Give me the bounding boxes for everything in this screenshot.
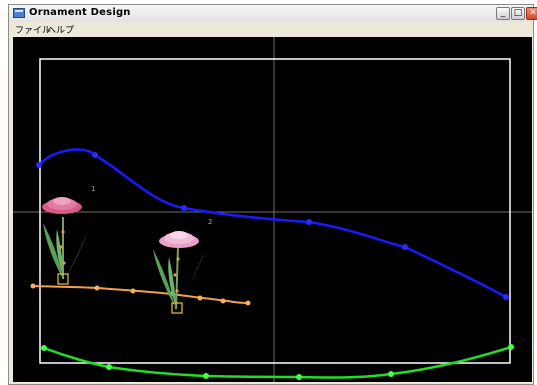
- ornament-label: 1: [91, 185, 95, 193]
- orange-control-point[interactable]: [94, 285, 100, 291]
- orange-control-point[interactable]: [130, 288, 136, 294]
- orange-control-point[interactable]: [197, 295, 203, 301]
- orange-spline-curve[interactable]: [32, 285, 249, 304]
- menu-file[interactable]: ファイル: [15, 23, 51, 36]
- blue-control-point[interactable]: [36, 162, 42, 168]
- close-button[interactable]: ✕: [526, 7, 537, 20]
- maximize-icon: □: [513, 8, 523, 18]
- blue-control-point[interactable]: [181, 205, 187, 211]
- green-control-point[interactable]: [41, 345, 47, 351]
- blue-control-point[interactable]: [402, 244, 408, 250]
- app-window: Ornament Design _ □ ✕ ファイル ヘルプ 1 2: [8, 4, 537, 385]
- stem-marker: [175, 289, 179, 293]
- blue-control-point[interactable]: [503, 294, 509, 300]
- green-control-point[interactable]: [388, 371, 394, 377]
- minimize-button[interactable]: _: [496, 7, 510, 20]
- stem-marker: [61, 230, 65, 234]
- flower-bloom: [53, 197, 71, 205]
- design-canvas[interactable]: 1 2: [13, 37, 532, 382]
- green-control-point[interactable]: [508, 344, 514, 350]
- menu-help[interactable]: ヘルプ: [47, 23, 74, 36]
- stem-marker: [62, 261, 66, 265]
- orange-control-point[interactable]: [245, 300, 251, 306]
- orange-control-point[interactable]: [30, 283, 36, 289]
- title-bar[interactable]: Ornament Design _ □ ✕: [9, 5, 537, 23]
- ornament-label: 2: [208, 218, 212, 226]
- close-icon: ✕: [529, 8, 537, 18]
- blue-control-point[interactable]: [306, 219, 312, 225]
- blue-control-point[interactable]: [92, 152, 98, 158]
- green-control-point[interactable]: [203, 373, 209, 379]
- green-control-point[interactable]: [106, 364, 112, 370]
- stem: [175, 246, 179, 310]
- app-icon: [13, 8, 25, 18]
- leaf: [65, 223, 91, 279]
- maximize-button[interactable]: □: [511, 7, 525, 20]
- minimize-icon: _: [500, 8, 506, 18]
- flower-ornament-1[interactable]: [42, 197, 91, 285]
- design-canvas-drawing[interactable]: 1 2: [13, 37, 532, 382]
- stem-marker: [176, 257, 180, 261]
- blue-spline-curve[interactable]: [38, 148, 507, 299]
- flower-ornament-2[interactable]: [153, 231, 205, 314]
- flower-bloom: [170, 231, 188, 239]
- green-control-point[interactable]: [296, 374, 302, 380]
- orange-control-point[interactable]: [220, 298, 226, 304]
- window-title: Ornament Design: [29, 7, 131, 18]
- menu-bar: ファイル ヘルプ: [9, 22, 533, 37]
- stem-marker: [59, 245, 63, 249]
- layout-frame: [39, 58, 511, 364]
- stem-marker: [173, 273, 177, 277]
